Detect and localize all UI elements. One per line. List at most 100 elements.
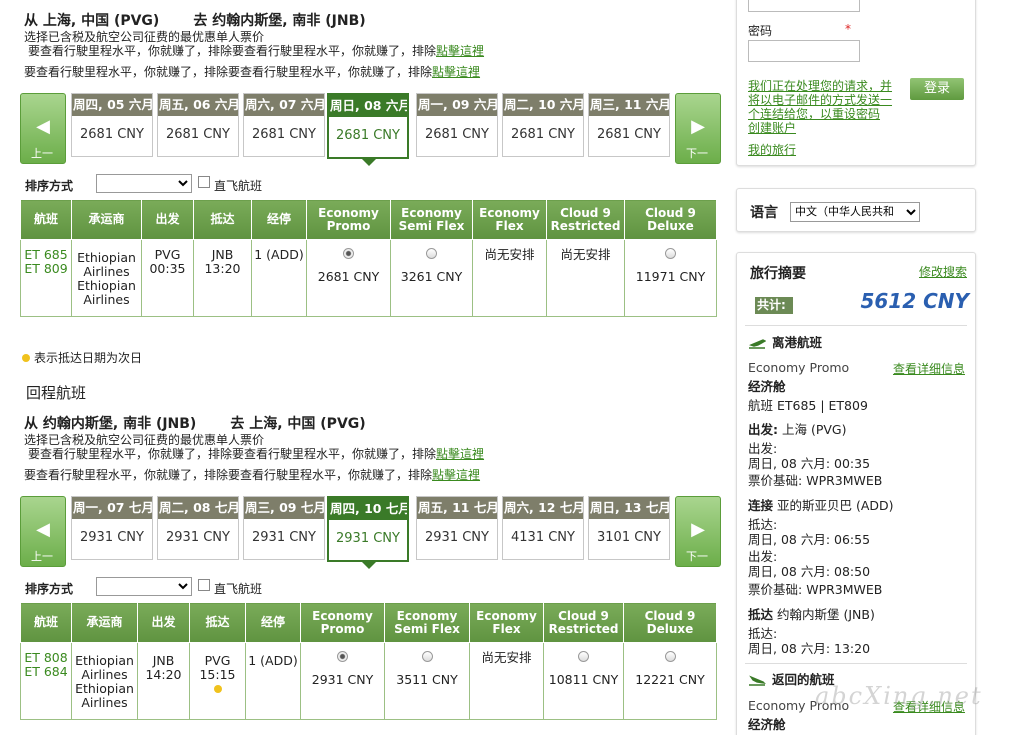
- connection: 连接 亚的斯亚贝巴 (ADD): [748, 498, 894, 513]
- fare-radio[interactable]: [665, 248, 676, 259]
- col-header[interactable]: 航班: [20, 602, 72, 643]
- plane-landing-icon: [749, 674, 766, 686]
- outbound-day[interactable]: 周六, 07 六月 2681 CNY: [243, 93, 325, 157]
- details-link[interactable]: 查看详细信息: [893, 360, 965, 377]
- col-header[interactable]: 承运商: [71, 602, 138, 643]
- fare-cell[interactable]: 12221 CNY: [623, 642, 717, 720]
- fare-cell[interactable]: 3511 CNY: [384, 642, 470, 720]
- inbound-day[interactable]: 周日, 13 七月 3101 CNY: [588, 496, 670, 560]
- inbound-day[interactable]: 周三, 09 七月 2931 CNY: [243, 496, 325, 560]
- inbound-day[interactable]: 周六, 12 七月 4131 CNY: [502, 496, 584, 560]
- fare-radio-selected[interactable]: [337, 651, 348, 662]
- fare-radio[interactable]: [426, 248, 437, 259]
- flight-list: 航班 ET685 | ET809: [748, 398, 868, 413]
- page: 从 上海, 中国 (PVG) 去 约翰内斯堡, 南非 (JNB) 选择已含税及航空…: [0, 0, 1019, 735]
- inbound-direct-checkbox[interactable]: [198, 579, 210, 591]
- outbound-flight-table: 航班 承运商 出发 抵达 经停 Economy Promo Economy Se…: [20, 199, 717, 317]
- outbound-day[interactable]: 周四, 05 六月 2681 CNY: [71, 93, 153, 157]
- language-select[interactable]: 中文（中华人民共和: [790, 202, 920, 222]
- outbound-note3-link[interactable]: 點擊這裡: [432, 65, 480, 79]
- watermark: abcXing.net: [815, 682, 983, 710]
- destination: 抵达 约翰内斯堡 (JNB): [748, 607, 875, 622]
- fare-radio[interactable]: [578, 651, 589, 662]
- my-trip-link[interactable]: 我的旅行: [748, 141, 796, 158]
- col-header[interactable]: 承运商: [71, 199, 142, 240]
- login-button[interactable]: 登录: [910, 78, 964, 100]
- col-header[interactable]: 抵达: [193, 199, 252, 240]
- outbound-day[interactable]: 周三, 11 六月 2681 CNY: [588, 93, 670, 157]
- inbound-day[interactable]: 周二, 08 七月 2931 CNY: [157, 496, 239, 560]
- inbound-prev-button[interactable]: ◀ 上一: [20, 496, 66, 567]
- outbound-day[interactable]: 周五, 06 六月 2681 CNY: [157, 93, 239, 157]
- modify-search-link[interactable]: 修改搜索: [919, 263, 967, 280]
- col-header[interactable]: 抵达: [189, 602, 246, 643]
- col-header[interactable]: 经停: [245, 602, 301, 643]
- inbound-day[interactable]: 周一, 07 七月 2931 CNY: [71, 496, 153, 560]
- fare-radio[interactable]: [664, 651, 676, 662]
- outbound-sort-select[interactable]: [96, 174, 192, 193]
- outbound-day[interactable]: 周二, 10 六月 2681 CNY: [502, 93, 584, 157]
- outbound-prev-button[interactable]: ◀ 上一: [20, 93, 66, 164]
- outbound-day[interactable]: 周一, 09 六月 2681 CNY: [416, 93, 498, 157]
- col-header: Economy Semi Flex: [384, 602, 470, 643]
- outbound-note2-link[interactable]: 點擊這裡: [436, 44, 484, 58]
- depart-heading: 离港航班: [748, 335, 822, 350]
- login-panel: 密码 * 我们正在处理您的请求，并将以电子邮件的方式发送一个连结给您，以重设密码…: [736, 0, 976, 166]
- inbound-note3-link[interactable]: 點擊這裡: [432, 468, 480, 482]
- outbound-from: 从 上海, 中国 (PVG): [24, 13, 160, 29]
- col-header[interactable]: 航班: [20, 199, 72, 240]
- col-header: Cloud 9 Deluxe: [624, 199, 717, 240]
- fare-cell[interactable]: 2931 CNY: [300, 642, 385, 720]
- outbound-note3: 要查看行駛里程水平，你就赚了，排除要查看行駛里程水平，你就赚了，排除點擊這裡: [24, 65, 481, 79]
- table-header: 航班 承运商 出发 抵达 经停 Economy Promo Economy Se…: [20, 199, 717, 240]
- inbound-note3: 要查看行駛里程水平，你就赚了，排除要查看行駛里程水平，你就赚了，排除點擊這裡: [24, 468, 481, 482]
- outbound-next-button[interactable]: ▶ 下一: [675, 93, 721, 164]
- direct-label: 直飞航班: [214, 582, 263, 596]
- stops: 1 (ADD): [245, 642, 301, 720]
- inbound-flight-table: 航班 承运商 出发 抵达 经停 Economy Promo Economy Se…: [20, 602, 717, 720]
- inbound-sort-select[interactable]: [96, 577, 192, 596]
- table-header: 航班 承运商 出发 抵达 经停 Economy Promo Economy Se…: [20, 602, 717, 643]
- col-header: Economy Flex: [472, 199, 547, 240]
- dep-label: 出发:: [748, 441, 778, 456]
- inbound-day-selected[interactable]: 周四, 10 七月 2931 CNY: [327, 496, 409, 569]
- outbound-direct-checkbox[interactable]: [198, 176, 210, 188]
- fare-cell[interactable]: 2681 CNY: [306, 239, 391, 317]
- inbound-day[interactable]: 周五, 11 七月 2931 CNY: [416, 496, 498, 560]
- carrier: Ethiopian Airlines Ethiopian Airlines: [71, 239, 142, 317]
- outbound-date-strip: ◀ 上一 周四, 05 六月 2681 CNY 周五, 06 六月 2681 CNY …: [20, 93, 721, 167]
- dep-time: 周日, 08 六月: 00:35: [748, 456, 871, 471]
- inbound-note2-link[interactable]: 點擊這裡: [436, 447, 484, 461]
- fare-cell[interactable]: 10811 CNY: [543, 642, 624, 720]
- inbound-next-button[interactable]: ▶ 下一: [675, 496, 721, 567]
- login-message[interactable]: 我们正在处理您的请求，并将以电子邮件的方式发送一个连结给您，以重设密码 创建账户: [748, 79, 898, 135]
- left-arrow-icon: ◀: [36, 519, 50, 540]
- fare-name: Economy Promo: [748, 360, 850, 375]
- col-header[interactable]: 出发: [137, 602, 190, 643]
- fare-radio-selected[interactable]: [343, 248, 354, 259]
- password-field[interactable]: [748, 40, 860, 62]
- col-header: Cloud 9 Deluxe: [623, 602, 717, 643]
- col-header[interactable]: 出发: [141, 199, 194, 240]
- col-header[interactable]: 经停: [251, 199, 307, 240]
- required-mark: *: [845, 22, 851, 36]
- outbound-to: 去 约翰内斯堡, 南非 (JNB): [193, 13, 366, 29]
- username-field[interactable]: [748, 0, 860, 12]
- inbound-from: 从 约翰内斯堡, 南非 (JNB): [24, 416, 197, 432]
- fare-cell[interactable]: 11971 CNY: [624, 239, 717, 317]
- stops: 1 (ADD): [251, 239, 307, 317]
- arr-time: 周日, 08 六月: 13:20: [748, 641, 871, 656]
- outbound-day-selected[interactable]: 周日, 08 六月 2681 CNY: [327, 93, 409, 166]
- fare-cell: 尚无安排: [469, 642, 544, 720]
- flight-numbers: ET 685 ET 809: [20, 239, 72, 317]
- inbound-to: 去 上海, 中国 (PVG): [230, 416, 366, 432]
- fare-basis: 票价基础: WPR3MWEB: [748, 473, 883, 488]
- right-arrow-icon: ▶: [691, 519, 705, 540]
- summary-title: 旅行摘要: [750, 266, 806, 282]
- col-header: Cloud 9 Restricted: [543, 602, 624, 643]
- fare-basis-2: 票价基础: WPR3MWEB: [748, 582, 883, 597]
- total-label: 共计:: [755, 297, 793, 314]
- create-account-link[interactable]: 创建账户: [748, 121, 796, 135]
- fare-radio[interactable]: [421, 651, 433, 662]
- fare-cell[interactable]: 3261 CNY: [390, 239, 473, 317]
